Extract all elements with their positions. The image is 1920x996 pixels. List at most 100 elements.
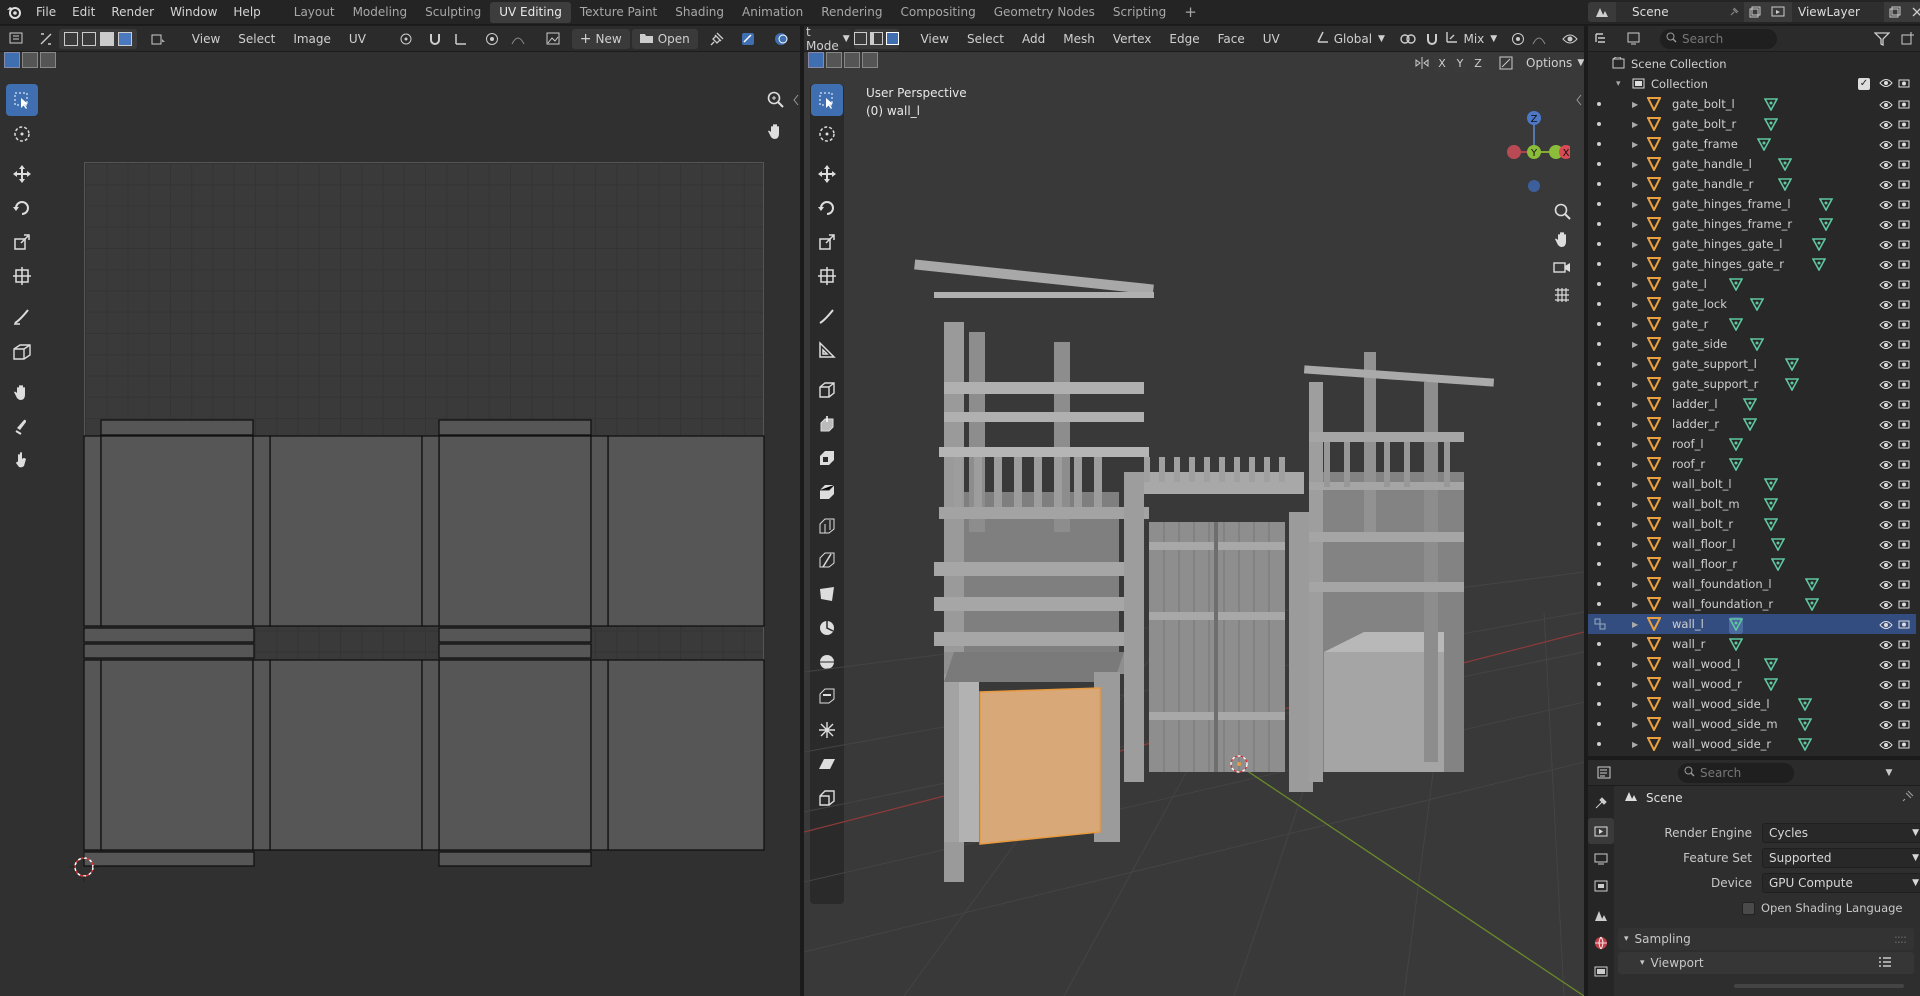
scene-icon[interactable] — [1588, 2, 1616, 22]
sticky-select-icon[interactable] — [143, 26, 174, 52]
uv-island[interactable] — [269, 435, 423, 627]
proportional-edit-icon[interactable] — [479, 26, 505, 52]
expand-arrow-icon[interactable]: ▶ — [1632, 660, 1638, 669]
eye-icon[interactable] — [1879, 739, 1893, 753]
collection-tab-icon[interactable] — [1588, 958, 1614, 984]
camera-icon[interactable] — [1898, 578, 1910, 592]
camera-view-icon[interactable] — [1549, 254, 1575, 280]
camera-icon[interactable] — [1898, 138, 1910, 152]
uv-island[interactable] — [252, 659, 271, 851]
camera-icon[interactable] — [1898, 338, 1910, 352]
snap-target-icon[interactable] — [448, 26, 474, 52]
island-select-icon[interactable] — [118, 31, 133, 46]
eye-icon[interactable] — [1879, 99, 1893, 113]
image-browse-icon[interactable] — [538, 26, 569, 52]
properties-search[interactable]: Search — [1678, 762, 1794, 783]
uv-island[interactable] — [100, 419, 254, 436]
pivot-point-icon[interactable] — [1395, 26, 1421, 52]
viewport-menu-select[interactable]: Select — [958, 29, 1013, 49]
viewport-menu-vertex[interactable]: Vertex — [1104, 29, 1161, 49]
tool-tab-icon[interactable] — [1588, 790, 1614, 816]
osl-checkbox[interactable] — [1742, 901, 1755, 915]
outliner-item-gate-hinges-gate-l[interactable]: ▶ gate_hinges_gate_l — [1588, 234, 1916, 254]
select-dot-icon[interactable] — [1597, 722, 1601, 726]
outliner-item-wall-foundation-r[interactable]: ▶ wall_foundation_r — [1588, 594, 1916, 614]
expand-arrow-icon[interactable]: ▶ — [1632, 560, 1638, 569]
select-dot-icon[interactable] — [1597, 242, 1601, 246]
camera-icon[interactable] — [1898, 318, 1910, 332]
render-engine-dropdown[interactable]: Cycles ▼ — [1762, 823, 1920, 843]
expand-arrow-icon[interactable]: ▶ — [1632, 280, 1638, 289]
select-dot-icon[interactable] — [1597, 262, 1601, 266]
camera-icon[interactable] — [1898, 358, 1910, 372]
uv-island[interactable] — [252, 435, 271, 627]
mesh-data-icon[interactable] — [1777, 177, 1793, 194]
camera-icon[interactable] — [1898, 218, 1910, 232]
menu-edit[interactable]: Edit — [64, 0, 103, 25]
select-dot-icon[interactable] — [1597, 222, 1601, 226]
edge-select-icon[interactable] — [82, 31, 97, 46]
tab-uv-editing[interactable]: UV Editing — [490, 1, 571, 23]
eye-icon[interactable] — [1879, 77, 1893, 91]
device-dropdown[interactable]: GPU Compute ▼ — [1762, 873, 1920, 893]
camera-icon[interactable] — [1898, 718, 1910, 732]
mesh-data-icon[interactable] — [1763, 117, 1779, 134]
blender-logo-icon[interactable] — [0, 0, 28, 25]
camera-icon[interactable] — [1898, 298, 1910, 312]
mesh-data-icon[interactable] — [1763, 517, 1779, 534]
outliner-item-ladder-r[interactable]: ▶ ladder_r — [1588, 414, 1916, 434]
pin-icon[interactable] — [1724, 2, 1744, 22]
menu-window[interactable]: Window — [162, 0, 225, 25]
select-dot-icon[interactable] — [1597, 142, 1601, 146]
proportional-editing-icon[interactable] — [1507, 26, 1528, 52]
uv-island[interactable] — [590, 659, 609, 851]
camera-icon[interactable] — [1898, 478, 1910, 492]
camera-icon[interactable] — [1898, 178, 1910, 192]
eye-icon[interactable] — [1879, 499, 1893, 513]
select-dot-icon[interactable] — [1597, 422, 1601, 426]
orthographic-toggle-icon[interactable] — [1549, 282, 1575, 308]
uv-menu-uv[interactable]: UV — [340, 29, 375, 49]
eye-icon[interactable] — [1879, 719, 1893, 733]
display-mode-icon[interactable] — [1621, 26, 1650, 52]
eye-icon[interactable] — [1879, 299, 1893, 313]
new-collection-icon[interactable] — [1896, 26, 1920, 52]
uv-island[interactable] — [83, 627, 255, 643]
pan-icon[interactable] — [1549, 226, 1575, 252]
3d-scene[interactable] — [804, 52, 1584, 996]
pin-icon[interactable] — [1902, 790, 1914, 805]
mesh-data-icon[interactable] — [1763, 677, 1779, 694]
mesh-data-icon[interactable] — [1729, 277, 1744, 294]
select-dot-icon[interactable] — [1597, 202, 1601, 206]
mode-selector[interactable]: t Mode ▼ — [804, 26, 850, 53]
outliner-item-wall-bolt-r[interactable]: ▶ wall_bolt_r — [1588, 514, 1916, 534]
select-dot-icon[interactable] — [1597, 182, 1601, 186]
expand-arrow-icon[interactable]: ▶ — [1632, 200, 1638, 209]
camera-icon[interactable] — [1898, 498, 1910, 512]
camera-icon[interactable] — [1898, 438, 1910, 452]
left-tower[interactable] — [914, 259, 1154, 882]
outliner-editor-type-icon[interactable] — [1588, 26, 1621, 52]
viewport-subpanel-header[interactable]: ▾ Viewport — [1618, 952, 1914, 974]
expand-arrow-icon[interactable]: ▶ — [1632, 140, 1638, 149]
feature-set-dropdown[interactable]: Supported ▼ — [1762, 848, 1920, 868]
select-dot-icon[interactable] — [1597, 162, 1601, 166]
eye-icon[interactable] — [1879, 599, 1893, 613]
new-scene-icon[interactable] — [1744, 2, 1766, 22]
uv-island[interactable] — [590, 435, 609, 627]
falloff-curve-icon[interactable] — [1528, 26, 1549, 52]
drag-handle-icon[interactable]: :::: — [1894, 932, 1907, 946]
tab-texture-paint[interactable]: Texture Paint — [571, 2, 666, 23]
mesh-data-icon[interactable] — [1729, 317, 1744, 334]
eye-icon[interactable] — [1879, 259, 1893, 273]
pivot-icon[interactable] — [391, 26, 422, 52]
delete-viewlayer-icon[interactable] — [1906, 2, 1920, 22]
camera-icon[interactable] — [1898, 378, 1910, 392]
uv-island[interactable] — [438, 643, 592, 659]
eye-icon[interactable] — [1879, 559, 1893, 573]
outliner-item-gate-lock[interactable]: ▶ gate_lock — [1588, 294, 1916, 314]
vertex-mode-icon[interactable] — [854, 32, 868, 45]
eye-icon[interactable] — [1879, 199, 1893, 213]
select-dot-icon[interactable] — [1597, 602, 1601, 606]
edge-mode-icon[interactable] — [870, 32, 884, 45]
